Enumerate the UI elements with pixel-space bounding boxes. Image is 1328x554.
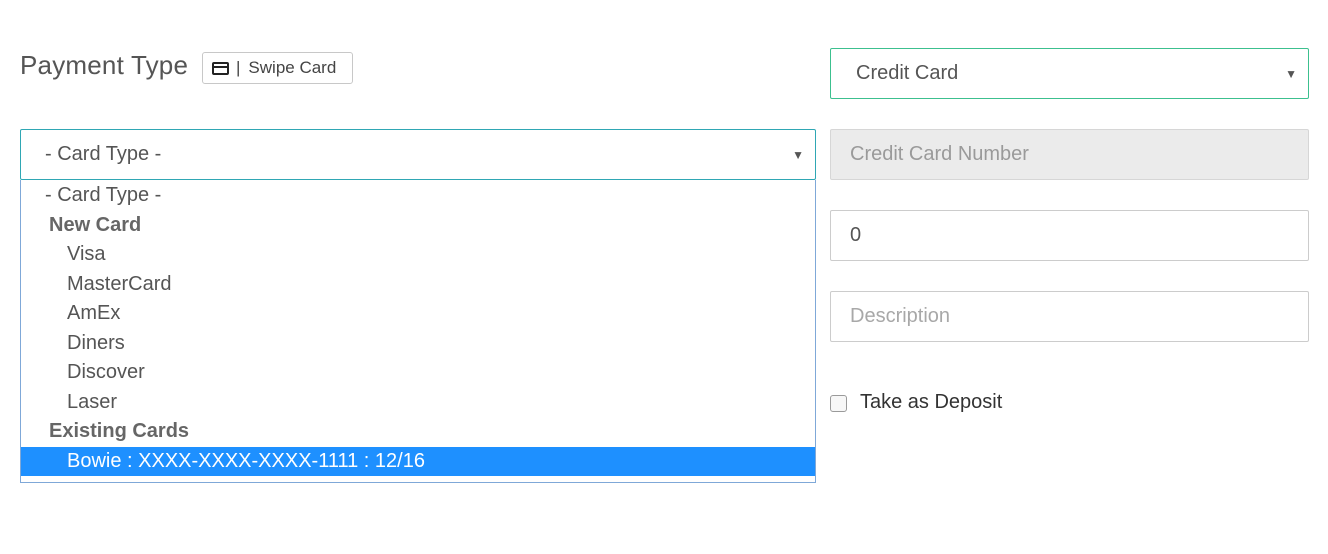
take-as-deposit-label[interactable]: Take as Deposit bbox=[860, 391, 1002, 414]
caret-down-icon: ▼ bbox=[1285, 66, 1297, 81]
dropdown-option-amex[interactable]: AmEx bbox=[21, 299, 815, 329]
amount-input[interactable]: 0 bbox=[830, 210, 1309, 261]
swipe-card-button[interactable]: | Swipe Card bbox=[202, 52, 353, 84]
credit-card-number-placeholder: Credit Card Number bbox=[850, 143, 1029, 165]
dropdown-option-discover[interactable]: Discover bbox=[21, 358, 815, 388]
card-type-value: - Card Type - bbox=[45, 143, 162, 165]
card-type-select[interactable]: - Card Type - ▼ bbox=[20, 129, 816, 180]
description-input[interactable]: Description bbox=[830, 291, 1309, 342]
amount-value: 0 bbox=[850, 224, 862, 246]
swipe-separator: | bbox=[236, 58, 241, 77]
dropdown-group-existing-cards: Existing Cards bbox=[49, 420, 190, 442]
dropdown-option-placeholder[interactable]: - Card Type - bbox=[21, 181, 815, 211]
dropdown-option-mastercard[interactable]: MasterCard bbox=[21, 270, 815, 300]
payment-type-title: Payment Type bbox=[20, 50, 189, 80]
credit-card-number-input[interactable]: Credit Card Number bbox=[830, 129, 1309, 180]
take-as-deposit-checkbox[interactable] bbox=[830, 395, 847, 412]
description-placeholder: Description bbox=[850, 305, 951, 327]
dropdown-option-laser[interactable]: Laser bbox=[21, 388, 815, 418]
dropdown-option-existing-card-bowie[interactable]: Bowie : XXXX-XXXX-XXXX-1111 : 12/16 bbox=[21, 446, 815, 476]
dropdown-group-new-card: New Card bbox=[49, 213, 142, 236]
swipe-card-label: Swipe Card bbox=[248, 58, 337, 77]
payment-type-select[interactable]: Credit Card ▼ bbox=[830, 48, 1309, 99]
dropdown-option-visa[interactable]: Visa bbox=[21, 240, 815, 270]
credit-card-icon bbox=[212, 61, 229, 75]
dropdown-option-diners[interactable]: Diners bbox=[21, 329, 815, 359]
card-type-dropdown-list: - Card Type - New Card Visa MasterCard A… bbox=[20, 180, 816, 483]
payment-type-value: Credit Card bbox=[856, 62, 959, 84]
caret-down-icon: ▼ bbox=[792, 147, 804, 162]
